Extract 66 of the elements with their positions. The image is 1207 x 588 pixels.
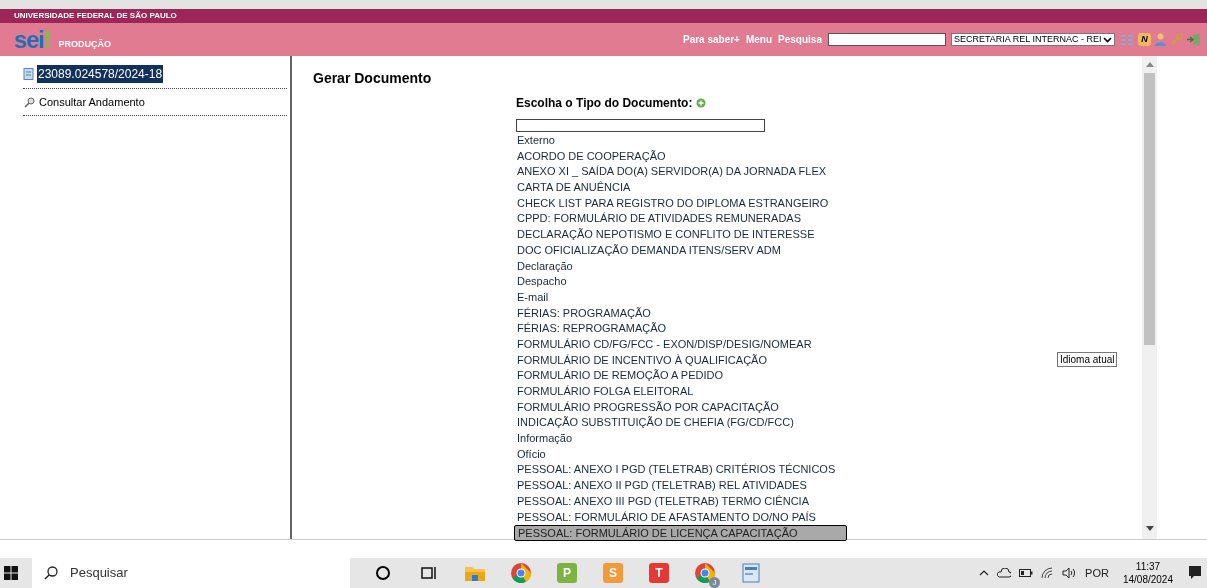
browser-icon[interactable] <box>694 562 716 584</box>
tooltip: Idioma atual <box>1057 352 1118 367</box>
sidebar-link[interactable]: Consultar Andamento <box>39 93 145 111</box>
clock-date[interactable]: 14/08/2024 <box>1122 573 1173 586</box>
document-type-option[interactable]: FORMULÁRIO DE REMOÇÃO A PEDIDO <box>514 368 847 384</box>
cortana-icon[interactable] <box>376 566 390 580</box>
document-type-option[interactable]: Informação <box>514 431 847 447</box>
browser-icon[interactable] <box>510 562 532 584</box>
notes-icon[interactable]: N <box>1138 33 1151 46</box>
document-type-option[interactable]: ANEXO XI _ SAÍDA DO(A) SERVIDOR(A) DA JORNADA FLEX <box>514 164 847 181</box>
notification-icon[interactable] <box>1189 566 1201 580</box>
document-type-option[interactable]: CARTA DE ANUÊNCIA <box>514 180 847 196</box>
document-type-option[interactable]: FORMULÁRIO FOLGA ELEITORAL <box>514 384 847 400</box>
language-indicator[interactable]: POR <box>1085 564 1109 582</box>
folder-icon[interactable] <box>464 564 486 582</box>
document-type-option[interactable]: CPPD: FORMULÁRIO DE ATIVIDADES REMUNERADAS <box>514 211 847 228</box>
cloud-icon[interactable] <box>997 568 1012 578</box>
process-number-link[interactable]: 23089.024578/2024-18 <box>37 65 164 83</box>
page-title: Gerar Documento <box>313 69 433 88</box>
chevron-up-icon[interactable] <box>979 570 990 576</box>
profile-badge: J <box>709 577 720 588</box>
magnifier-icon <box>24 96 35 108</box>
filter-field[interactable] <box>516 119 765 132</box>
clock-time[interactable]: 11:37 <box>1135 560 1161 573</box>
document-type-option[interactable]: PESSOAL: ANEXO III PGD (TELETRAB) TERMO CIÊNCIA <box>514 493 847 510</box>
document-type-option[interactable]: DECLARAÇÃO NEPOTISMO E CONFLITO DE INTERESSE <box>514 227 847 243</box>
unit-select[interactable]: SECRETARIA REL INTERNAC - REI <box>951 33 1115 46</box>
app-icon[interactable]: T <box>649 563 669 583</box>
taskbar-search-field[interactable]: Pesquisar <box>32 558 350 588</box>
document-type-option[interactable]: ACORDO DE COOPERAÇÃO <box>514 148 847 165</box>
task-view-icon[interactable] <box>421 566 437 580</box>
document-app-icon[interactable] <box>742 563 760 583</box>
document-type-option[interactable]: CHECK LIST PARA REGISTRO DO DIPLOMA ESTRANGEIRO <box>514 195 847 212</box>
environment-label: PRODUÇÃO <box>58 37 112 51</box>
document-icon <box>23 68 34 80</box>
windows-icon[interactable] <box>4 566 18 580</box>
institution-name: UNIVERSIDADE FEDERAL DE SÃO PAULO <box>14 10 177 22</box>
document-type-option[interactable]: Externo <box>514 133 847 149</box>
search-field[interactable] <box>828 33 946 46</box>
search-icon <box>44 566 58 580</box>
scroll-down-icon[interactable] <box>1145 526 1154 531</box>
document-type-option[interactable]: FÉRIAS: REPROGRAMAÇÃO <box>514 321 847 337</box>
wifi-icon[interactable] <box>1041 567 1055 579</box>
document-type-option[interactable]: FORMULÁRIO CD/FG/FCC - EXON/DISP/DESIG/NOMEAR <box>514 336 847 353</box>
document-type-option[interactable]: FÉRIAS: PROGRAMAÇÃO <box>514 305 847 322</box>
document-type-option[interactable]: DOC OFICIALIZAÇÃO DEMANDA ITENS/SERV ADM <box>514 242 847 259</box>
document-type-option[interactable]: PESSOAL: FORMULÁRIO DE LICENÇA CAPACITAÇÃO <box>514 525 847 541</box>
document-type-option[interactable]: Despacho <box>514 274 847 290</box>
scrollbar-thumb[interactable] <box>1144 73 1155 345</box>
document-type-option[interactable]: FORMULÁRIO DE INCENTIVO À QUALIFICAÇÃO <box>514 352 847 369</box>
chevron-icon <box>1103 36 1112 43</box>
document-type-option[interactable]: E-mail <box>514 289 847 306</box>
document-type-option[interactable]: INDICAÇÃO SUBSTITUIÇÃO DE CHEFIA (FG/CD/FCC) <box>514 415 847 432</box>
speaker-icon[interactable] <box>1062 567 1078 579</box>
scrollbar[interactable] <box>1142 56 1157 539</box>
scroll-up-icon[interactable] <box>1145 62 1154 67</box>
document-type-option[interactable]: PESSOAL: ANEXO I PGD (TELETRAB) CRITÉRIOS TÉCNICOS <box>514 462 847 479</box>
prompt-label: Escolha o Tipo do Documento: <box>516 95 693 112</box>
battery-icon[interactable] <box>1019 569 1034 577</box>
document-type-option[interactable]: PESSOAL: ANEXO II PGD (TELETRAB) REL ATIVIDADES <box>514 478 847 494</box>
document-type-option[interactable]: Declaração <box>514 258 847 275</box>
add-icon[interactable] <box>696 98 707 108</box>
logo: sei! <box>14 27 51 52</box>
document-type-option[interactable]: PESSOAL: FORMULÁRIO DE AFASTAMENTO DO/NO PAÍS <box>514 509 847 526</box>
document-type-option[interactable]: Ofício <box>514 446 847 463</box>
document-type-option[interactable]: FORMULÁRIO PROGRESSÃO POR CAPACITAÇÃO <box>514 399 847 416</box>
